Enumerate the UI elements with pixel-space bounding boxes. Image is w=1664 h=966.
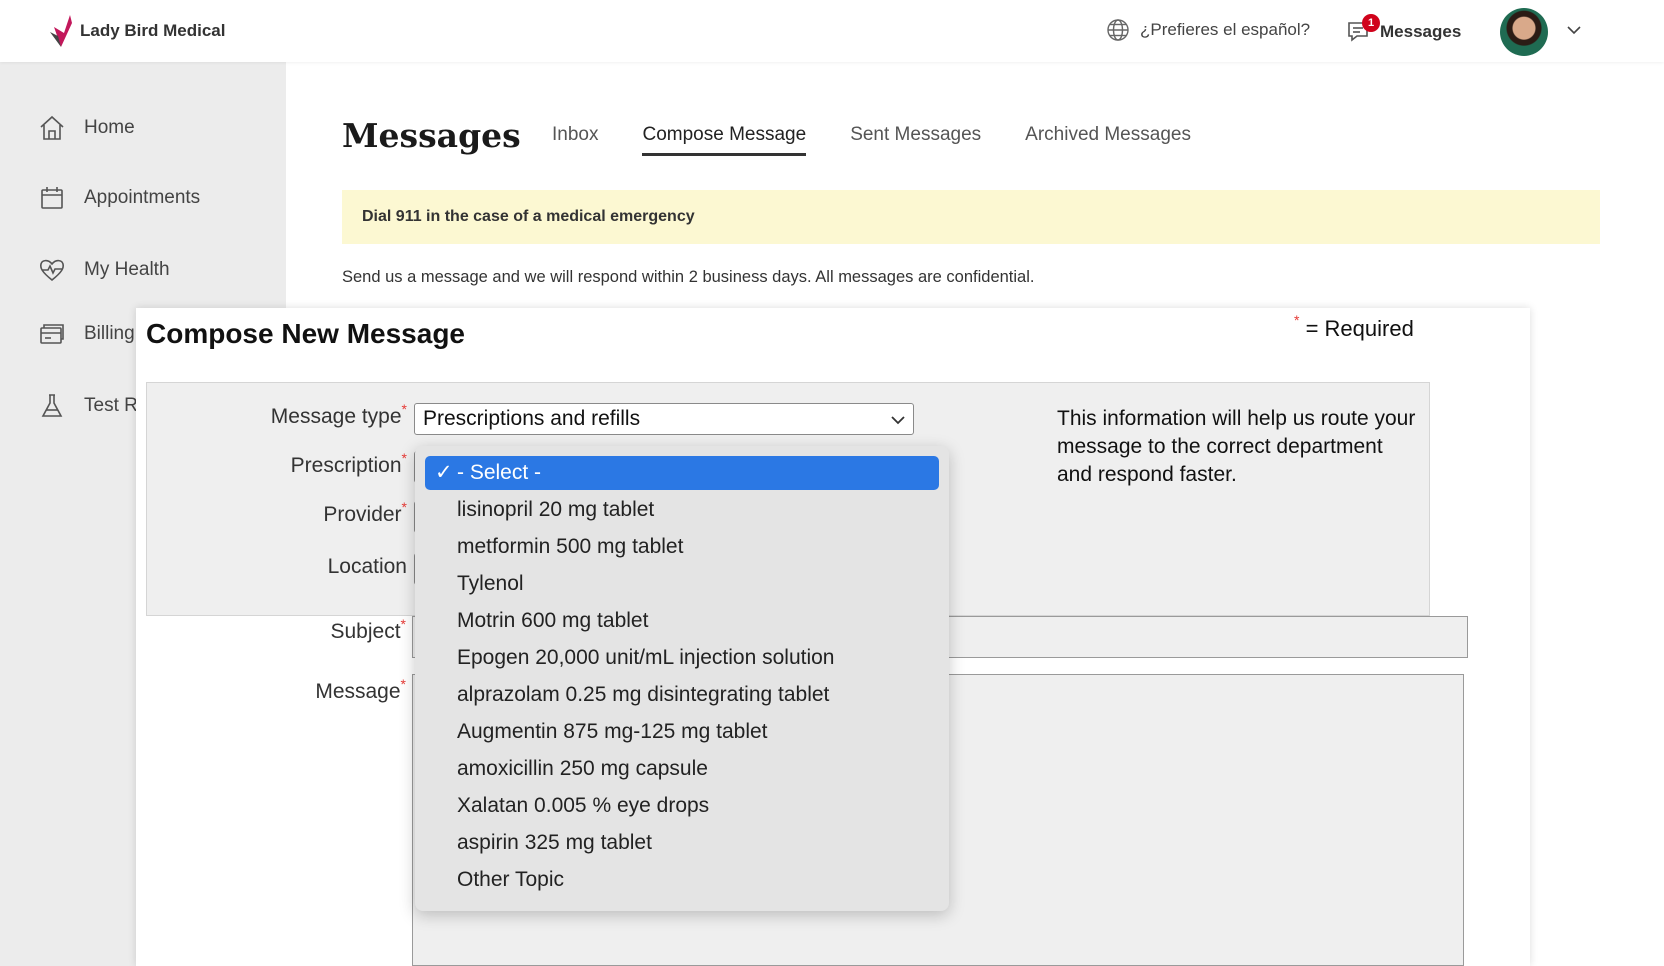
header-messages-link[interactable]: 1 Messages [1346,14,1462,46]
dropdown-option[interactable]: Augmentin 875 mg-125 mg tablet [425,715,939,749]
tab-compose-message[interactable]: Compose Message [642,124,807,156]
calendar-icon [41,187,63,209]
message-label: Message* [315,676,406,703]
sidebar-item-label: Billing [84,323,135,344]
sidebar-item-my-health[interactable]: My Health [38,256,170,284]
sidebar-item-appointments[interactable]: Appointments [38,184,200,212]
dropdown-option[interactable]: alprazolam 0.25 mg disintegrating tablet [425,678,939,712]
chevron-down-icon [891,416,905,425]
location-label: Location [327,555,407,578]
brand-name: Lady Bird Medical [80,21,226,40]
sidebar-item-billing[interactable]: Billing [38,320,135,348]
message-type-label: Message type* [270,401,407,428]
prescription-dropdown-menu: ✓ - Select - lisinopril 20 mg tablet met… [415,446,949,911]
compose-title: Compose New Message [146,318,465,349]
message-type-select[interactable]: Prescriptions and refills [414,403,914,435]
page-title: Messages [342,116,521,155]
dropdown-option[interactable]: Epogen 20,000 unit/mL injection solution [425,641,939,675]
dropdown-option[interactable]: lisinopril 20 mg tablet [425,493,939,527]
sidebar-item-label: My Health [84,259,170,280]
user-avatar[interactable] [1500,8,1548,56]
tab-archived-messages[interactable]: Archived Messages [1025,124,1191,156]
dropdown-option-select[interactable]: ✓ - Select - [425,456,939,490]
prescription-label: Prescription* [290,450,407,477]
required-legend-text: = Required [1305,316,1414,341]
message-type-value: Prescriptions and refills [423,407,641,430]
intro-text: Send us a message and we will respond wi… [342,268,1035,286]
dropdown-option[interactable]: Xalatan 0.005 % eye drops [425,789,939,823]
sidebar-item-label: Appointments [84,187,201,208]
messages-count-badge: 1 [1362,14,1380,32]
subject-label: Subject* [330,616,407,643]
required-legend: * = Required [1294,312,1414,342]
messages-label: Messages [1380,22,1462,41]
language-link[interactable]: ¿Prefieres el español? [1140,20,1310,40]
provider-label: Provider* [323,499,407,526]
dropdown-option[interactable]: Other Topic [425,863,939,897]
tab-inbox[interactable]: Inbox [552,124,598,156]
flask-icon [41,394,63,417]
top-header: Lady Bird Medical ¿Prefieres el español?… [0,0,1664,62]
dropdown-option[interactable]: Tylenol [425,567,939,601]
required-star: * [1294,312,1300,328]
globe-icon [1107,19,1129,41]
dropdown-option[interactable]: Motrin 600 mg tablet [425,604,939,638]
language-switch[interactable]: ¿Prefieres el español? [1106,18,1310,42]
sidebar-item-label: Home [84,117,135,138]
checkmark-icon: ✓ [435,461,453,484]
billing-icon [40,324,64,344]
emergency-alert: Dial 911 in the case of a medical emerge… [342,190,1600,244]
message-icon-wrap: 1 [1346,14,1380,46]
brand-logo[interactable]: Lady Bird Medical [48,14,225,48]
tab-sent-messages[interactable]: Sent Messages [850,124,981,156]
dropdown-option[interactable]: metformin 500 mg tablet [425,530,939,564]
chevron-down-icon[interactable] [1566,22,1582,38]
routing-help-text: This information will help us route your… [1057,407,1416,486]
sidebar-item-home[interactable]: Home [38,114,135,142]
home-icon [40,115,64,140]
dropdown-option[interactable]: aspirin 325 mg tablet [425,826,939,860]
heart-icon [39,259,65,282]
dropdown-option[interactable]: amoxicillin 250 mg capsule [425,752,939,786]
emergency-alert-text: Dial 911 in the case of a medical emerge… [362,208,695,225]
ladybird-logo-icon [50,15,72,47]
message-tabs: Inbox Compose Message Sent Messages Arch… [552,124,1191,156]
